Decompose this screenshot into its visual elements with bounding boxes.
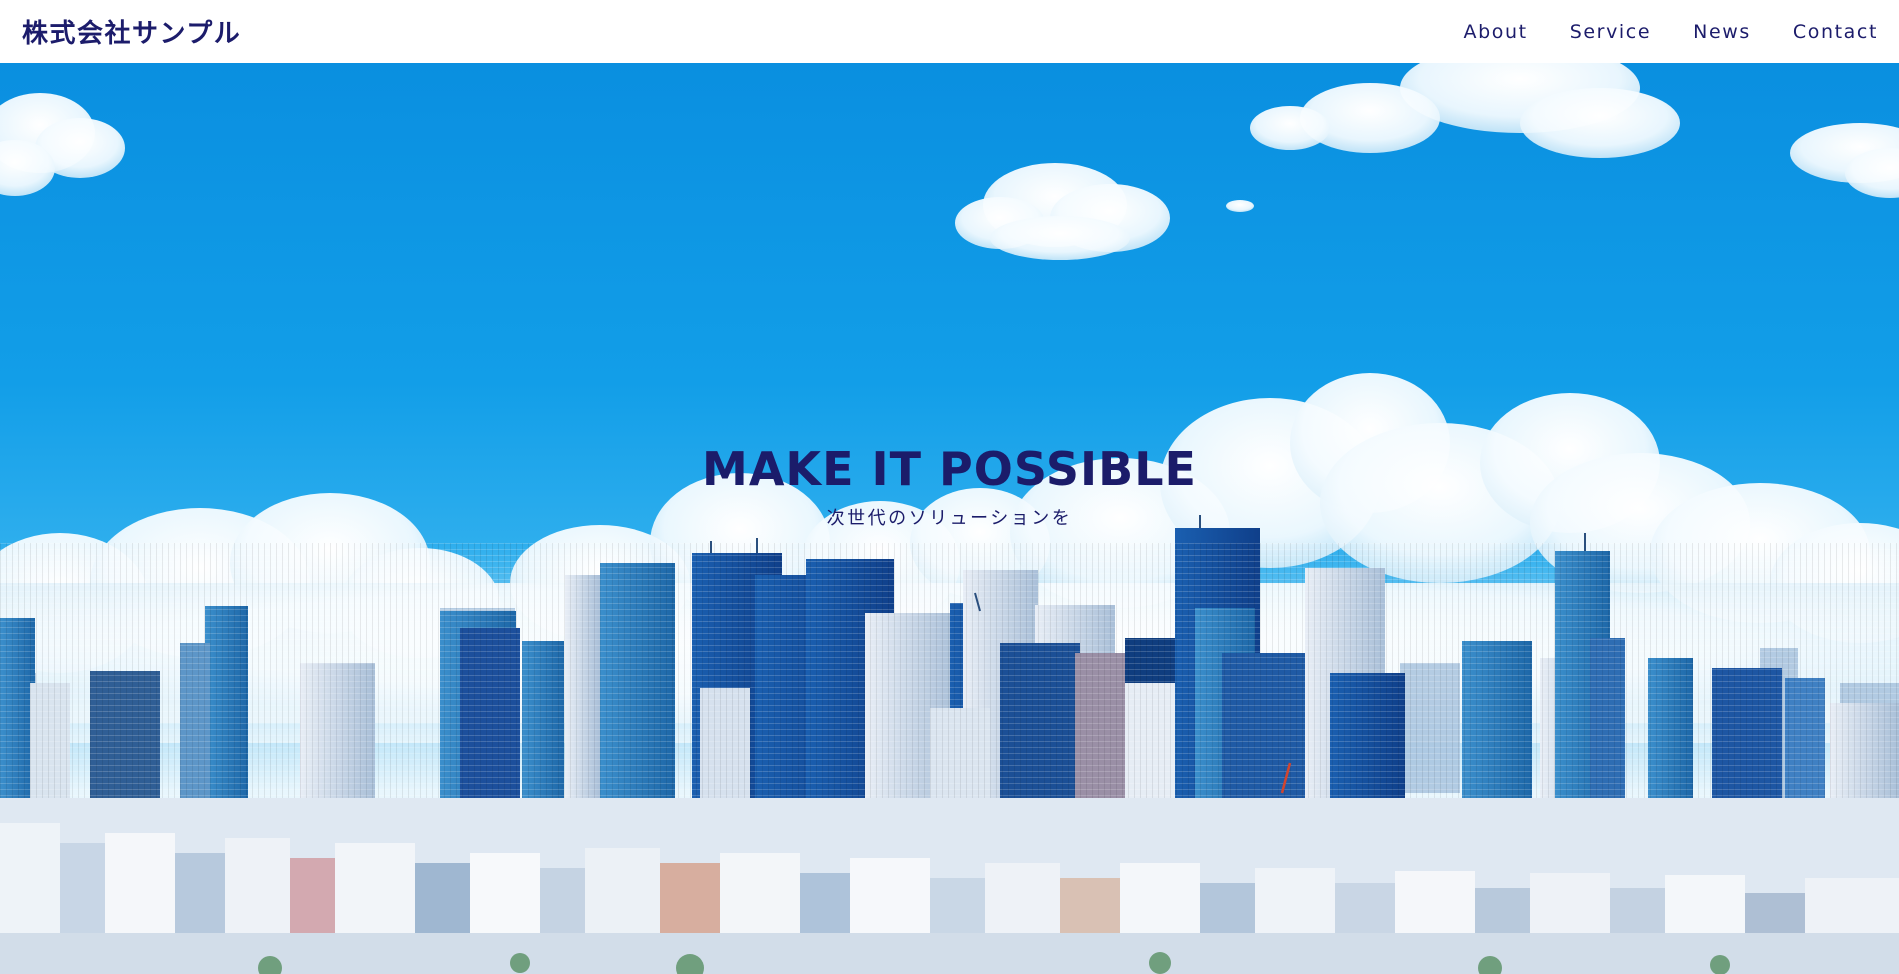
low-rise-buildings	[0, 798, 1899, 974]
nav-link-service[interactable]: Service	[1570, 21, 1651, 43]
main-nav: About Service News Contact	[1422, 21, 1878, 43]
hero-title: MAKE IT POSSIBLE	[702, 442, 1197, 496]
company-logo[interactable]: 株式会社サンプル	[22, 13, 241, 50]
nav-link-about[interactable]: About	[1464, 21, 1528, 43]
hero-section: MAKE IT POSSIBLE 次世代のソリューションを	[0, 63, 1899, 974]
hero-text-block: MAKE IT POSSIBLE 次世代のソリューションを	[0, 441, 1899, 531]
hero-subtitle: 次世代のソリューションを	[826, 508, 1073, 529]
sky-clouds	[0, 63, 1899, 260]
page: 株式会社サンプル About Service News Contact MAKE…	[0, 0, 1899, 974]
nav-link-contact[interactable]: Contact	[1793, 21, 1878, 43]
nav-link-news[interactable]: News	[1693, 21, 1751, 43]
site-header: 株式会社サンプル About Service News Contact	[0, 0, 1899, 63]
